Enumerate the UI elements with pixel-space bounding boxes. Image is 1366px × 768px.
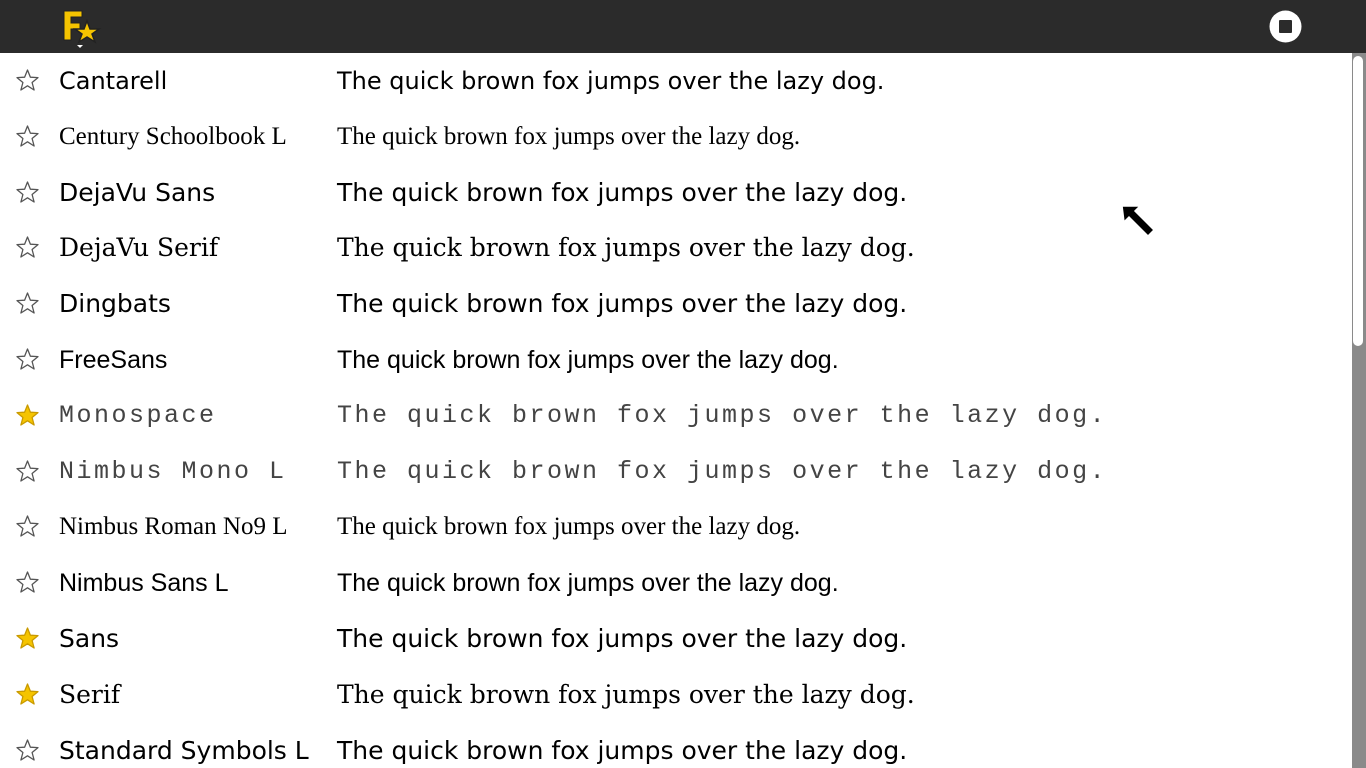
font-sample: The quick brown fox jumps over the lazy … xyxy=(337,289,908,319)
font-sample: The quick brown fox jumps over the lazy … xyxy=(337,177,908,207)
font-row-freesans[interactable]: FreeSans The quick brown fox jumps over … xyxy=(0,332,1350,388)
font-sample: The quick brown fox jumps over the lazy … xyxy=(337,122,801,150)
star-filled-icon[interactable] xyxy=(15,403,40,428)
stop-icon[interactable] xyxy=(1269,10,1302,43)
font-row-nimbus-sans-l[interactable]: Nimbus Sans L The quick brown fox jumps … xyxy=(0,555,1350,611)
font-sample: The quick brown fox jumps over the lazy … xyxy=(337,679,915,709)
font-row-century-schoolbook-l[interactable]: Century Schoolbook L The quick brown fox… xyxy=(0,109,1350,165)
star-filled-icon[interactable] xyxy=(15,682,40,707)
font-name: Serif xyxy=(59,679,121,709)
font-name: Cantarell xyxy=(59,67,168,95)
font-sample: The quick brown fox jumps over the lazy … xyxy=(337,67,885,95)
star-outline-icon[interactable] xyxy=(15,124,40,149)
font-list: Cantarell The quick brown fox jumps over… xyxy=(0,53,1350,768)
star-outline-icon[interactable] xyxy=(15,68,40,93)
font-row-nimbus-roman-no9-l[interactable]: Nimbus Roman No9 L The quick brown fox j… xyxy=(0,499,1350,555)
font-sample: The quick brown fox jumps over the lazy … xyxy=(337,456,1108,486)
star-filled-icon[interactable] xyxy=(15,626,40,651)
font-name: Standard Symbols L xyxy=(59,735,309,765)
font-name: Nimbus Sans L xyxy=(59,569,229,598)
font-sample: The quick brown fox jumps over the lazy … xyxy=(337,735,908,765)
font-name: Monospace xyxy=(59,400,217,430)
font-sample: The quick brown fox jumps over the lazy … xyxy=(337,569,839,598)
font-sample: The quick brown fox jumps over the lazy … xyxy=(337,400,1108,430)
star-outline-icon[interactable] xyxy=(15,570,40,595)
toolbar xyxy=(0,0,1366,53)
star-outline-icon[interactable] xyxy=(15,235,40,260)
font-row-monospace[interactable]: Monospace The quick brown fox jumps over… xyxy=(0,388,1350,444)
font-sample: The quick brown fox jumps over the lazy … xyxy=(337,345,839,374)
mouse-pointer-icon xyxy=(1120,204,1156,240)
font-row-nimbus-mono-l[interactable]: Nimbus Mono L The quick brown fox jumps … xyxy=(0,444,1350,500)
font-row-serif[interactable]: Serif The quick brown fox jumps over the… xyxy=(0,667,1350,723)
star-outline-icon[interactable] xyxy=(15,347,40,372)
fonts-activity-icon[interactable] xyxy=(58,4,104,50)
star-outline-icon[interactable] xyxy=(15,459,40,484)
font-name: DejaVu Serif xyxy=(59,233,219,263)
star-outline-icon[interactable] xyxy=(15,514,40,539)
font-sample: The quick brown fox jumps over the lazy … xyxy=(337,513,801,541)
star-outline-icon[interactable] xyxy=(15,738,40,763)
font-sample: The quick brown fox jumps over the lazy … xyxy=(337,623,908,653)
scroll-thumb[interactable] xyxy=(1352,55,1364,347)
font-row-dingbats[interactable]: Dingbats The quick brown fox jumps over … xyxy=(0,276,1350,332)
font-row-cantarell[interactable]: Cantarell The quick brown fox jumps over… xyxy=(0,53,1350,109)
font-name: Nimbus Mono L xyxy=(59,456,287,486)
font-name: Nimbus Roman No9 L xyxy=(59,513,288,541)
font-row-standard-symbols-l[interactable]: Standard Symbols L The quick brown fox j… xyxy=(0,723,1350,768)
font-row-sans[interactable]: Sans The quick brown fox jumps over the … xyxy=(0,611,1350,667)
font-name: Century Schoolbook L xyxy=(59,122,287,150)
font-name: Dingbats xyxy=(59,289,171,319)
font-name: DejaVu Sans xyxy=(59,177,216,207)
font-sample: The quick brown fox jumps over the lazy … xyxy=(337,233,915,263)
star-outline-icon[interactable] xyxy=(15,180,40,205)
font-name: Sans xyxy=(59,623,120,653)
font-name: FreeSans xyxy=(59,345,168,374)
star-outline-icon[interactable] xyxy=(15,291,40,316)
